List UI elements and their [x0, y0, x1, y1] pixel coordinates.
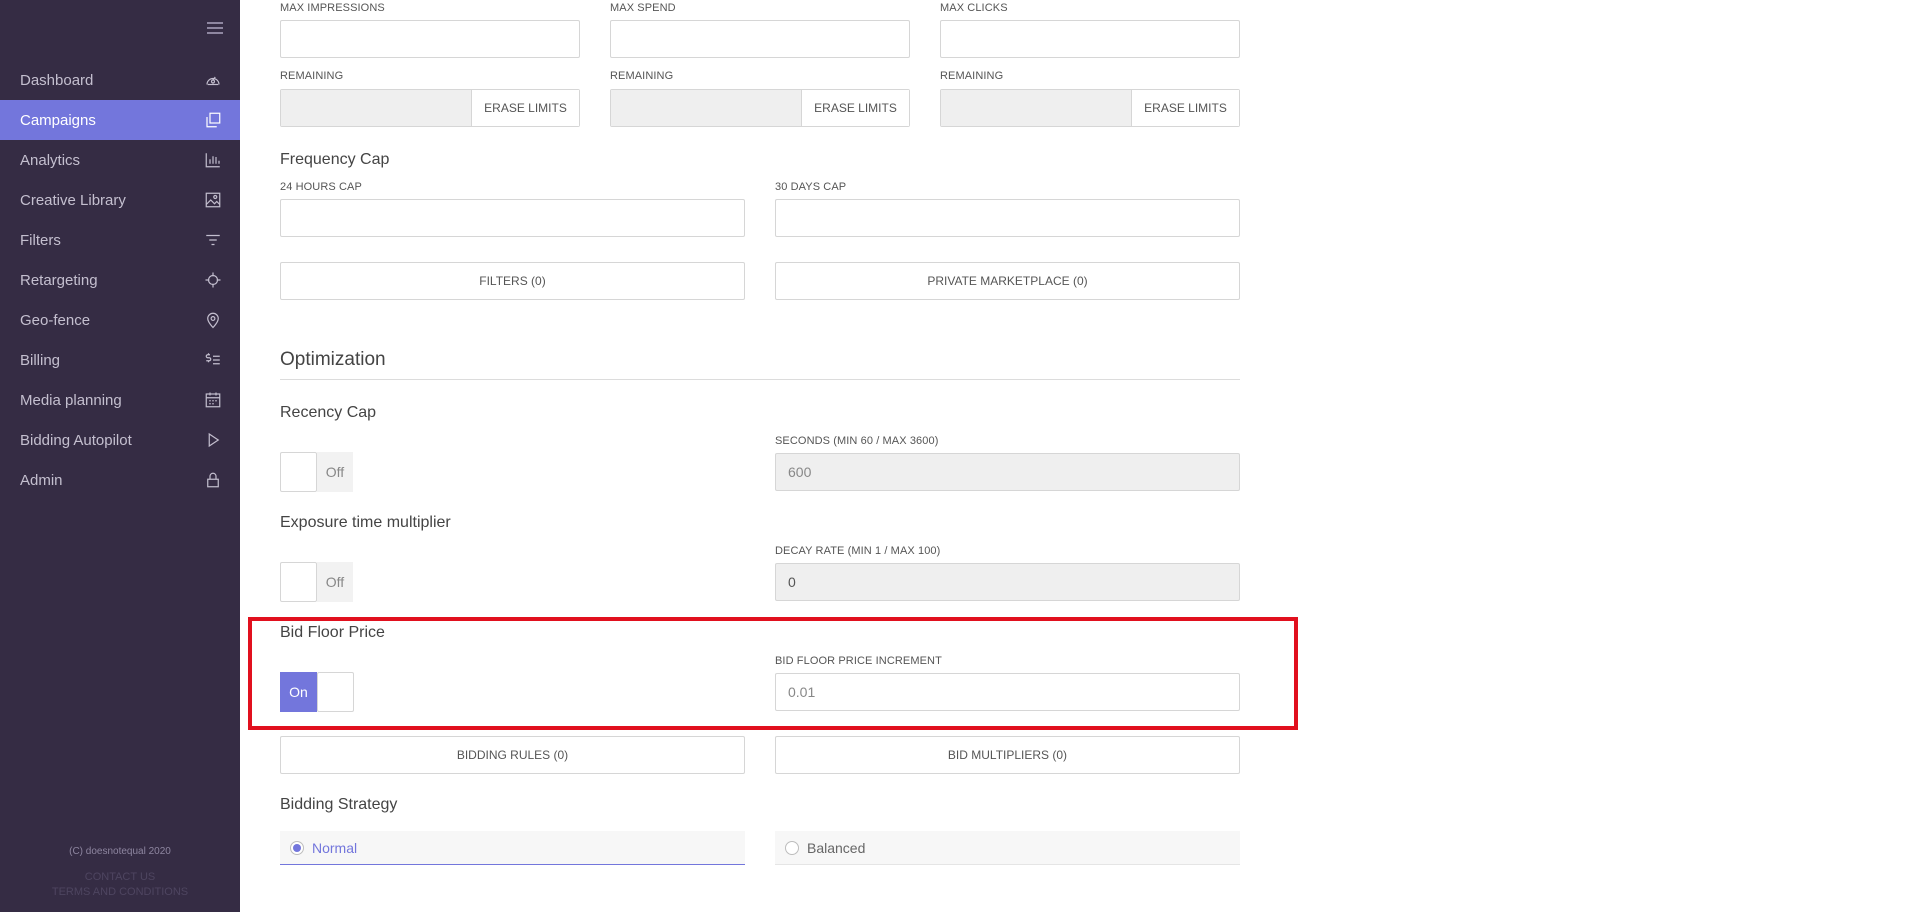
- exposure-time-title: Exposure time multiplier: [280, 514, 451, 531]
- lock-icon: [204, 471, 222, 489]
- radio-selected-icon: [290, 840, 304, 855]
- radio-unselected-icon: [785, 840, 799, 855]
- recency-cap-title: Recency Cap: [280, 404, 377, 421]
- bidding-rules-button[interactable]: BIDDING RULES (0): [280, 736, 745, 774]
- radio-label: Balanced: [807, 839, 866, 856]
- sidebar-item-label: Geo-fence: [20, 311, 91, 329]
- seconds-input[interactable]: 600: [775, 453, 1240, 491]
- max-impressions-label: MAX IMPRESSIONS: [280, 2, 385, 14]
- hamburger-icon[interactable]: [207, 22, 223, 34]
- sidebar-item-label: Analytics: [20, 151, 81, 169]
- copy-icon: [204, 111, 222, 129]
- erase-limits-button[interactable]: ERASE LIMITS: [1131, 90, 1239, 126]
- remaining-clicks-group: ERASE LIMITS: [940, 89, 1240, 127]
- sidebar-item-label: Admin: [20, 471, 63, 489]
- cap-24h-input[interactable]: [280, 199, 745, 237]
- sidebar-item-bidding-autopilot[interactable]: Bidding Autopilot: [0, 420, 240, 460]
- image-icon: [204, 191, 222, 209]
- sidebar-item-label: Campaigns: [20, 111, 96, 129]
- sidebar-item-admin[interactable]: Admin: [0, 460, 240, 500]
- sidebar-item-dashboard[interactable]: Dashboard: [0, 60, 240, 100]
- sidebar-item-label: Bidding Autopilot: [20, 431, 132, 449]
- recency-cap-toggle[interactable]: Off: [280, 452, 353, 492]
- cap-24h-label: 24 HOURS CAP: [280, 181, 362, 193]
- campaign-form: MAX IMPRESSIONS MAX SPEND MAX CLICKS REM…: [280, 0, 1240, 912]
- strategy-balanced-radio[interactable]: Balanced: [775, 831, 1240, 865]
- remaining-impressions-group: ERASE LIMITS: [280, 89, 580, 127]
- bid-floor-toggle[interactable]: On: [280, 672, 354, 712]
- private-marketplace-button[interactable]: PRIVATE MARKETPLACE (0): [775, 262, 1240, 300]
- bid-floor-increment-input[interactable]: 0.01: [775, 673, 1240, 711]
- sidebar: Dashboard Campaigns Analytics Creative L…: [0, 0, 240, 912]
- sidebar-item-media-planning[interactable]: Media planning: [0, 380, 240, 420]
- erase-limits-button[interactable]: ERASE LIMITS: [801, 90, 909, 126]
- radio-label: Normal: [312, 839, 358, 856]
- sidebar-item-label: Media planning: [20, 391, 122, 409]
- contact-us-link[interactable]: CONTACT US: [0, 871, 240, 883]
- max-clicks-label: MAX CLICKS: [940, 2, 1008, 14]
- erase-limits-button[interactable]: ERASE LIMITS: [471, 90, 579, 126]
- exposure-time-toggle[interactable]: Off: [280, 562, 353, 602]
- remaining-label: REMAINING: [940, 70, 1004, 82]
- cap-30d-input[interactable]: [775, 199, 1240, 237]
- sidebar-item-retargeting[interactable]: Retargeting: [0, 260, 240, 300]
- bar-chart-icon: [204, 151, 222, 169]
- toggle-state: On: [280, 672, 317, 712]
- cap-30d-label: 30 DAYS CAP: [775, 181, 847, 193]
- frequency-cap-title: Frequency Cap: [280, 151, 390, 168]
- sidebar-item-label: Retargeting: [20, 271, 98, 289]
- play-icon: [204, 431, 222, 449]
- max-spend-label: MAX SPEND: [610, 2, 676, 14]
- terms-link[interactable]: TERMS AND CONDITIONS: [0, 886, 240, 898]
- toggle-knob: [317, 672, 354, 712]
- seconds-label: SECONDS (MIN 60 / MAX 3600): [775, 435, 939, 447]
- bid-floor-title: Bid Floor Price: [280, 624, 385, 641]
- sidebar-item-filters[interactable]: Filters: [0, 220, 240, 260]
- sidebar-item-label: Filters: [20, 231, 61, 249]
- bidding-strategy-title: Bidding Strategy: [280, 796, 398, 813]
- remaining-spend-group: ERASE LIMITS: [610, 89, 910, 127]
- remaining-spend-field: [611, 90, 801, 126]
- bid-floor-increment-label: BID FLOOR PRICE INCREMENT: [775, 655, 942, 667]
- sidebar-item-label: Dashboard: [20, 71, 94, 89]
- sidebar-item-campaigns[interactable]: Campaigns: [0, 100, 240, 140]
- sidebar-item-geo-fence[interactable]: Geo-fence: [0, 300, 240, 340]
- calendar-icon: [204, 391, 222, 409]
- toggle-state: Off: [317, 452, 353, 492]
- bid-multipliers-button[interactable]: BID MULTIPLIERS (0): [775, 736, 1240, 774]
- sidebar-footer: (C) doesnotequal 2020 CONTACT US TERMS A…: [0, 846, 240, 898]
- remaining-label: REMAINING: [610, 70, 674, 82]
- gauge-icon: [204, 71, 222, 89]
- filter-icon: [204, 231, 222, 249]
- max-clicks-input[interactable]: [940, 20, 1240, 58]
- toggle-state: Off: [317, 562, 353, 602]
- max-spend-input[interactable]: [610, 20, 910, 58]
- sidebar-nav: Dashboard Campaigns Analytics Creative L…: [0, 60, 240, 500]
- crosshair-icon: [204, 271, 222, 289]
- strategy-normal-radio[interactable]: Normal: [280, 831, 745, 865]
- dollar-list-icon: [204, 351, 222, 369]
- sidebar-item-creative-library[interactable]: Creative Library: [0, 180, 240, 220]
- remaining-clicks-field: [941, 90, 1131, 126]
- remaining-label: REMAINING: [280, 70, 344, 82]
- optimization-title: Optimization: [280, 349, 386, 370]
- toggle-knob: [280, 452, 317, 492]
- toggle-knob: [280, 562, 317, 602]
- copyright: (C) doesnotequal 2020: [69, 846, 171, 857]
- map-pin-icon: [204, 311, 222, 329]
- sidebar-item-label: Billing: [20, 351, 61, 369]
- sidebar-item-billing[interactable]: Billing: [0, 340, 240, 380]
- sidebar-item-analytics[interactable]: Analytics: [0, 140, 240, 180]
- sidebar-item-label: Creative Library: [20, 191, 126, 209]
- decay-rate-label: DECAY RATE (MIN 1 / MAX 100): [775, 545, 941, 557]
- max-impressions-input[interactable]: [280, 20, 580, 58]
- section-divider: [280, 379, 1240, 380]
- decay-rate-input[interactable]: 0: [775, 563, 1240, 601]
- filters-button[interactable]: FILTERS (0): [280, 262, 745, 300]
- remaining-impressions-field: [281, 90, 471, 126]
